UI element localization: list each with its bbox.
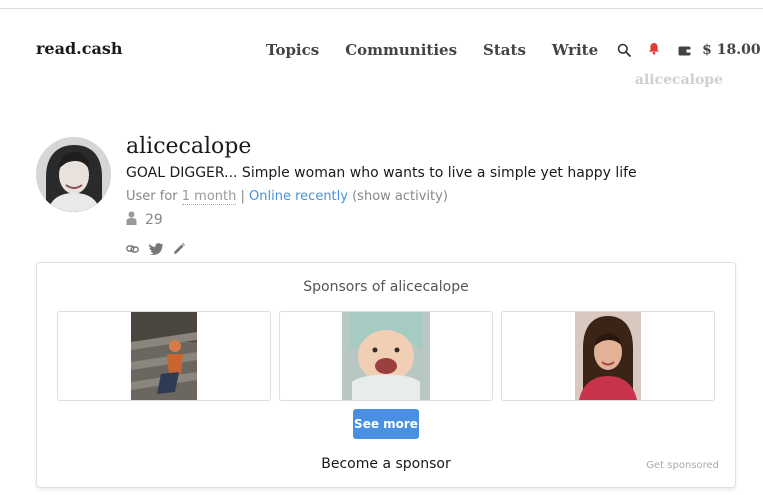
sponsor-tile-1[interactable] xyxy=(57,311,271,401)
wallet-icon[interactable] xyxy=(676,42,692,58)
sponsor-image-1 xyxy=(131,312,197,400)
followers-count[interactable]: 29 xyxy=(126,211,163,229)
nav-stats[interactable]: Stats xyxy=(483,41,526,59)
wallet-balance[interactable]: $ 18.00 xyxy=(702,42,760,58)
show-activity-link[interactable]: (show activity) xyxy=(352,189,448,204)
user-for-duration: 1 month xyxy=(181,189,237,205)
avatar xyxy=(36,137,111,212)
nav-topics[interactable]: Topics xyxy=(266,41,319,59)
nav-communities[interactable]: Communities xyxy=(345,41,457,59)
meta-separator: | xyxy=(236,189,250,204)
search-icon[interactable] xyxy=(616,42,632,58)
bell-icon[interactable] xyxy=(646,40,662,56)
sponsors-title: Sponsors of alicecalope xyxy=(303,279,469,295)
get-sponsored-link[interactable]: Get sponsored xyxy=(646,460,719,471)
sponsor-image-3 xyxy=(575,312,641,400)
profile-bio: GOAL DIGGER... Simple woman who wants to… xyxy=(126,165,637,181)
sponsor-image-2 xyxy=(342,312,430,400)
twitter-icon[interactable] xyxy=(149,243,163,255)
social-links xyxy=(126,243,195,255)
profile-meta: User for 1 month | Online recently (show… xyxy=(126,189,448,205)
nav-write[interactable]: Write xyxy=(552,41,598,59)
user-for-label: User for xyxy=(126,189,182,204)
site-logo[interactable]: read.cash xyxy=(36,39,122,58)
sponsors-card: Sponsors of alicecalope See more Become … xyxy=(36,262,736,488)
sponsor-tile-3[interactable] xyxy=(501,311,715,401)
person-icon xyxy=(126,211,137,229)
see-more-button[interactable]: See more xyxy=(353,409,419,439)
main-nav: Topics Communities Stats Write $ 18.00 xyxy=(266,40,761,60)
nav-username[interactable]: alicecalope xyxy=(635,72,723,88)
top-divider xyxy=(0,8,763,9)
pencil-icon[interactable] xyxy=(173,243,185,255)
online-status-link[interactable]: Online recently xyxy=(249,189,348,204)
followers-number: 29 xyxy=(145,212,163,228)
link-icon[interactable] xyxy=(126,244,139,254)
profile-name: alicecalope xyxy=(126,134,252,159)
sponsor-tile-2[interactable] xyxy=(279,311,493,401)
become-sponsor-link[interactable]: Become a sponsor xyxy=(37,456,735,472)
